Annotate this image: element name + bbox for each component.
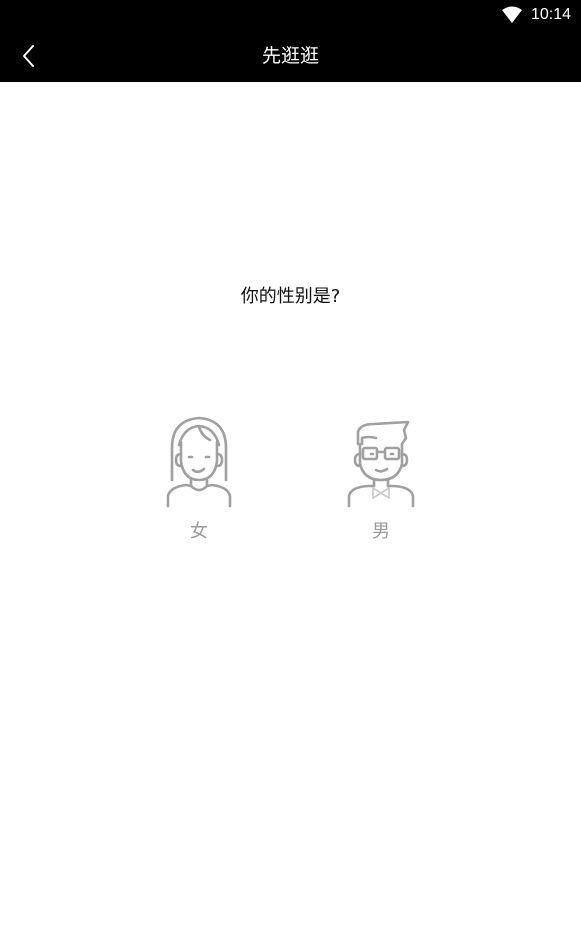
gender-option-female[interactable]: 女	[149, 414, 249, 544]
male-avatar-icon	[347, 420, 415, 508]
gender-question: 你的性别是?	[240, 286, 341, 307]
gender-label-male: 男	[372, 521, 390, 542]
wifi-icon	[501, 6, 522, 23]
female-avatar-icon	[166, 416, 232, 508]
page-title: 先逛逛	[261, 45, 319, 67]
status-indicators: 10:14	[501, 5, 571, 25]
gender-label-female: 女	[190, 521, 208, 542]
gender-option-male[interactable]: 男	[331, 414, 431, 544]
title-bar: 先逛逛	[0, 30, 581, 82]
status-bar: 10:14	[0, 0, 581, 30]
status-time: 10:14	[530, 6, 571, 23]
